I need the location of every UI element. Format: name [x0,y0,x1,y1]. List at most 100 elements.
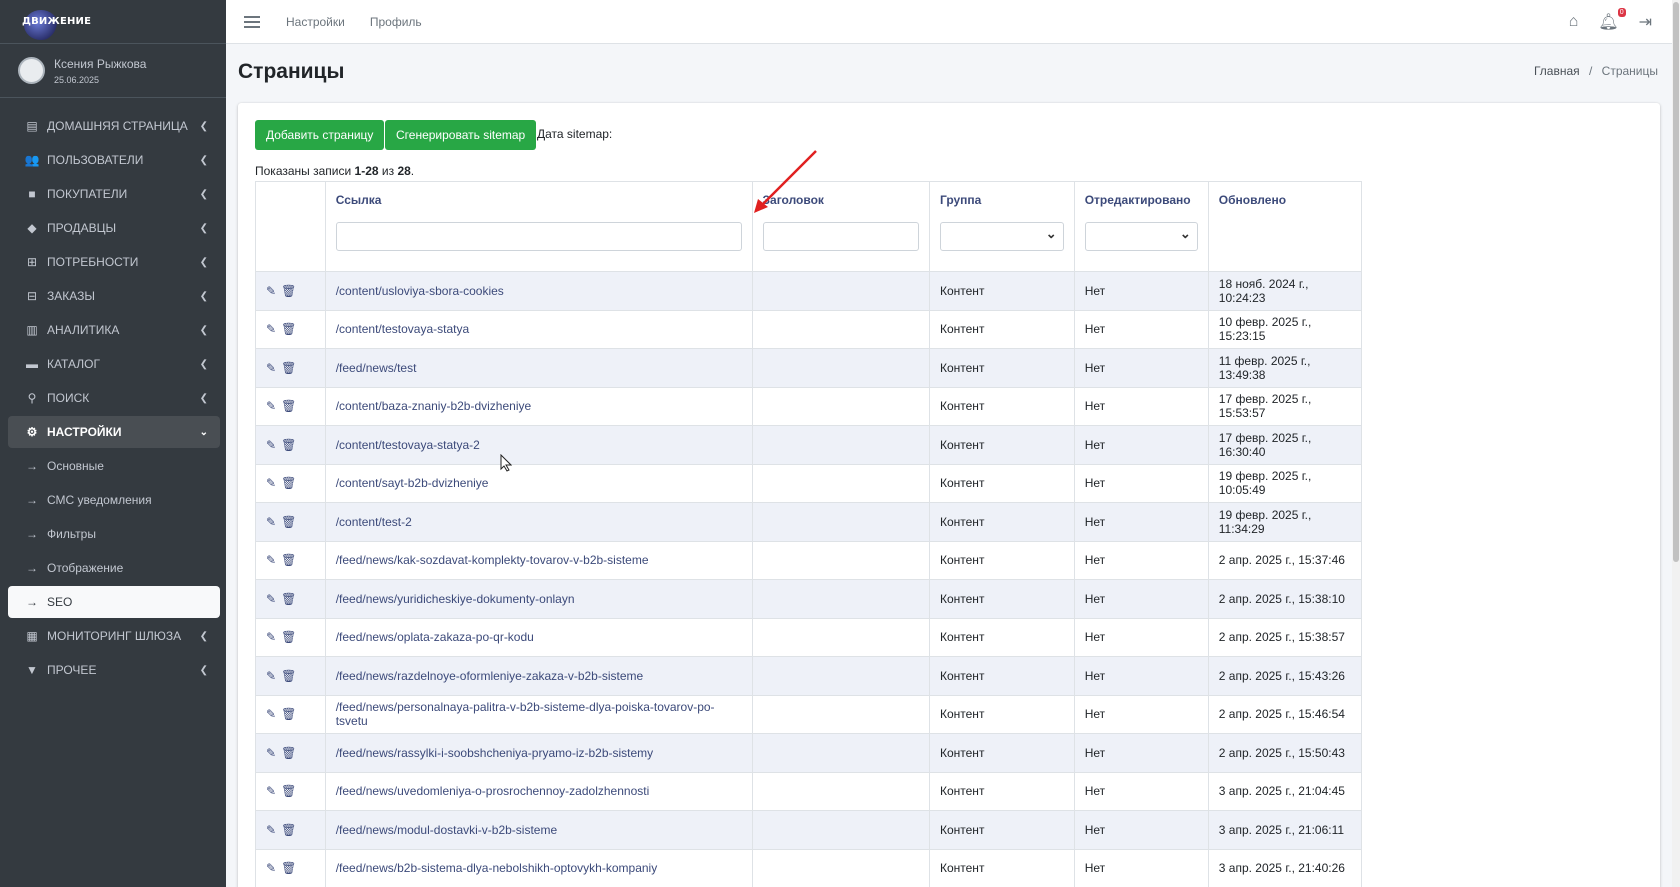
nav-link-profile[interactable]: Профиль [370,15,422,29]
trash-icon[interactable]: 🗑︎ [281,784,296,798]
column-header-group[interactable]: Группа [928,181,1075,272]
add-page-button[interactable]: Добавить страницу [255,120,385,150]
edit-pencil-icon[interactable]: ✎ [266,861,276,875]
sidebar-item-analytics[interactable]: ▥ АНАЛИТИКА ❮ [8,314,220,346]
avatar[interactable] [18,57,45,84]
cell-link[interactable]: /content/testovaya-statya-2 [324,425,753,465]
edit-pencil-icon[interactable]: ✎ [266,746,276,760]
edit-pencil-icon[interactable]: ✎ [266,553,276,567]
table-row[interactable]: ✎ 🗑︎ /feed/news/oplata-zakaza-po-qr-kodu Ко… [255,617,1363,657]
edit-pencil-icon[interactable]: ✎ [266,438,276,452]
trash-icon[interactable]: 🗑︎ [281,476,296,490]
edit-pencil-icon[interactable]: ✎ [266,399,276,413]
edited-filter-select[interactable] [1084,222,1198,251]
link-filter-input[interactable] [335,222,742,251]
table-row[interactable]: ✎ 🗑︎ /feed/news/modul-dostavki-v-b2b-siste… [255,810,1363,850]
trash-icon[interactable]: 🗑︎ [281,746,296,760]
edit-pencil-icon[interactable]: ✎ [266,784,276,798]
table-row[interactable]: ✎ 🗑︎ /feed/news/personalnaya-palitra-v-b2b… [255,694,1363,734]
trash-icon[interactable]: 🗑︎ [281,630,296,644]
brand[interactable]: ДВИЖЕНИЕ [0,0,226,44]
table-row[interactable]: ✎ 🗑︎ /content/test-2 Контент Нет 19 февр. 202… [255,502,1363,542]
trash-icon[interactable]: 🗑︎ [281,553,296,567]
sidebar-item-sellers[interactable]: ◆ ПРОДАВЦЫ ❮ [8,212,220,244]
title-filter-input[interactable] [762,222,919,251]
cell-link[interactable]: /content/usloviya-sbora-cookies [324,271,753,311]
user-panel[interactable]: Ксения Рыжкова 25.06.2025 [0,44,226,98]
table-row[interactable]: ✎ 🗑︎ /feed/news/b2b-sistema-dlya-nebolshik… [255,848,1363,887]
trash-icon[interactable]: 🗑︎ [281,399,296,413]
cell-link[interactable]: /feed/news/oplata-zakaza-po-qr-kodu [324,617,753,657]
edit-pencil-icon[interactable]: ✎ [266,284,276,298]
table-row[interactable]: ✎ 🗑︎ /content/baza-znaniy-b2b-dvizheniye Ко… [255,386,1363,426]
breadcrumb-home[interactable]: Главная [1534,64,1580,78]
cell-link[interactable]: /feed/news/rassylki-i-soobshcheniya-prya… [324,733,753,773]
column-header-link[interactable]: Ссылка [324,181,753,272]
sidebar-item-orders[interactable]: ⊟ ЗАКАЗЫ ❮ [8,280,220,312]
cell-link[interactable]: /feed/news/test [324,348,753,388]
trash-icon[interactable]: 🗑︎ [281,361,296,375]
table-row[interactable]: ✎ 🗑︎ /feed/news/test Контент Нет 11 февр. 202… [255,348,1363,388]
nav-link-settings[interactable]: Настройки [286,15,345,29]
sidebar-subitem-sms[interactable]: → СМС уведомления [8,484,220,516]
menu-toggle-icon[interactable] [244,13,260,31]
table-row[interactable]: ✎ 🗑︎ /content/usloviya-sbora-cookies Контен… [255,271,1363,311]
edit-pencil-icon[interactable]: ✎ [266,322,276,336]
edit-pencil-icon[interactable]: ✎ [266,515,276,529]
sidebar-subitem-seo[interactable]: → SEO [8,586,220,618]
sidebar-item-catalog[interactable]: ▬ КАТАЛОГ ❮ [8,348,220,380]
cell-link[interactable]: /feed/news/personalnaya-palitra-v-b2b-si… [324,694,753,734]
column-header-updated[interactable]: Обновлено [1207,181,1363,272]
trash-icon[interactable]: 🗑︎ [281,861,296,875]
group-filter-select[interactable] [939,222,1064,251]
generate-sitemap-button[interactable]: Сгенерировать sitemap [385,120,537,150]
table-row[interactable]: ✎ 🗑︎ /feed/news/razdelnoye-oformleniye-zak… [255,656,1363,696]
sidebar-subitem-basic[interactable]: → Основные [8,450,220,482]
edit-pencil-icon[interactable]: ✎ [266,630,276,644]
table-row[interactable]: ✎ 🗑︎ /feed/news/rassylki-i-soobshcheniya-p… [255,733,1363,773]
table-row[interactable]: ✎ 🗑︎ /content/testovaya-statya Контент Нет 10… [255,309,1363,349]
edit-pencil-icon[interactable]: ✎ [266,592,276,606]
table-row[interactable]: ✎ 🗑︎ /feed/news/yuridicheskiye-dokumenty-o… [255,579,1363,619]
cell-link[interactable]: /content/baza-znaniy-b2b-dvizheniye [324,386,753,426]
logout-icon[interactable]: ⇥ [1639,12,1652,32]
table-row[interactable]: ✎ 🗑︎ /feed/news/uvedomleniya-o-prosrochenn… [255,771,1363,811]
edit-pencil-icon[interactable]: ✎ [266,669,276,683]
sidebar-item-settings[interactable]: ⚙ НАСТРОЙКИ ⌄ [8,416,220,448]
sidebar-item-gateway-monitoring[interactable]: ▦ МОНИТОРИНГ ШЛЮЗА ❮ [8,620,220,652]
trash-icon[interactable]: 🗑︎ [281,322,296,336]
bell-icon[interactable]: 🔔︎ 0 [1598,8,1626,32]
sidebar-item-other[interactable]: ▼ ПРОЧЕЕ ❮ [8,654,220,686]
home-icon[interactable]: ⌂ [1569,13,1579,31]
edit-pencil-icon[interactable]: ✎ [266,823,276,837]
cell-link[interactable]: /feed/news/razdelnoye-oformleniye-zakaza… [324,656,753,696]
edit-pencil-icon[interactable]: ✎ [266,476,276,490]
table-row[interactable]: ✎ 🗑︎ /content/testovaya-statya-2 Контент Нет… [255,425,1363,465]
table-row[interactable]: ✎ 🗑︎ /content/sayt-b2b-dvizheniye Контент Не… [255,463,1363,503]
cell-link[interactable]: /content/test-2 [324,502,753,542]
trash-icon[interactable]: 🗑︎ [281,438,296,452]
column-header-edited[interactable]: Отредактировано [1073,181,1209,272]
sidebar-item-search[interactable]: ⚲ ПОИСК ❮ [8,382,220,414]
trash-icon[interactable]: 🗑︎ [281,515,296,529]
cell-link[interactable]: /feed/news/kak-sozdavat-komplekty-tovaro… [324,540,753,580]
trash-icon[interactable]: 🗑︎ [281,592,296,606]
edit-pencil-icon[interactable]: ✎ [266,361,276,375]
trash-icon[interactable]: 🗑︎ [281,707,296,721]
trash-icon[interactable]: 🗑︎ [281,823,296,837]
user-name[interactable]: Ксения Рыжкова [54,57,146,71]
scrollbar[interactable] [1672,0,1680,887]
edit-pencil-icon[interactable]: ✎ [266,707,276,721]
sidebar-item-home[interactable]: ▤ ДОМАШНЯЯ СТРАНИЦА ❮ [8,110,220,142]
brand-logo[interactable]: ДВИЖЕНИЕ [18,8,95,40]
cell-link[interactable]: /content/testovaya-statya [324,309,753,349]
trash-icon[interactable]: 🗑︎ [281,284,296,298]
cell-link[interactable]: /feed/news/yuridicheskiye-dokumenty-onla… [324,579,753,619]
cell-link[interactable]: /feed/news/uvedomleniya-o-prosrochennoy-… [324,771,753,811]
sidebar-item-needs[interactable]: ⊞ ПОТРЕБНОСТИ ❮ [8,246,220,278]
cell-link[interactable]: /feed/news/b2b-sistema-dlya-nebolshikh-o… [324,848,753,887]
sidebar-subitem-filters[interactable]: → Фильтры [8,518,220,550]
sidebar-subitem-display[interactable]: → Отображение [8,552,220,584]
sidebar-item-users[interactable]: 👥 ПОЛЬЗОВАТЕЛИ ❮ [8,144,220,176]
trash-icon[interactable]: 🗑︎ [281,669,296,683]
